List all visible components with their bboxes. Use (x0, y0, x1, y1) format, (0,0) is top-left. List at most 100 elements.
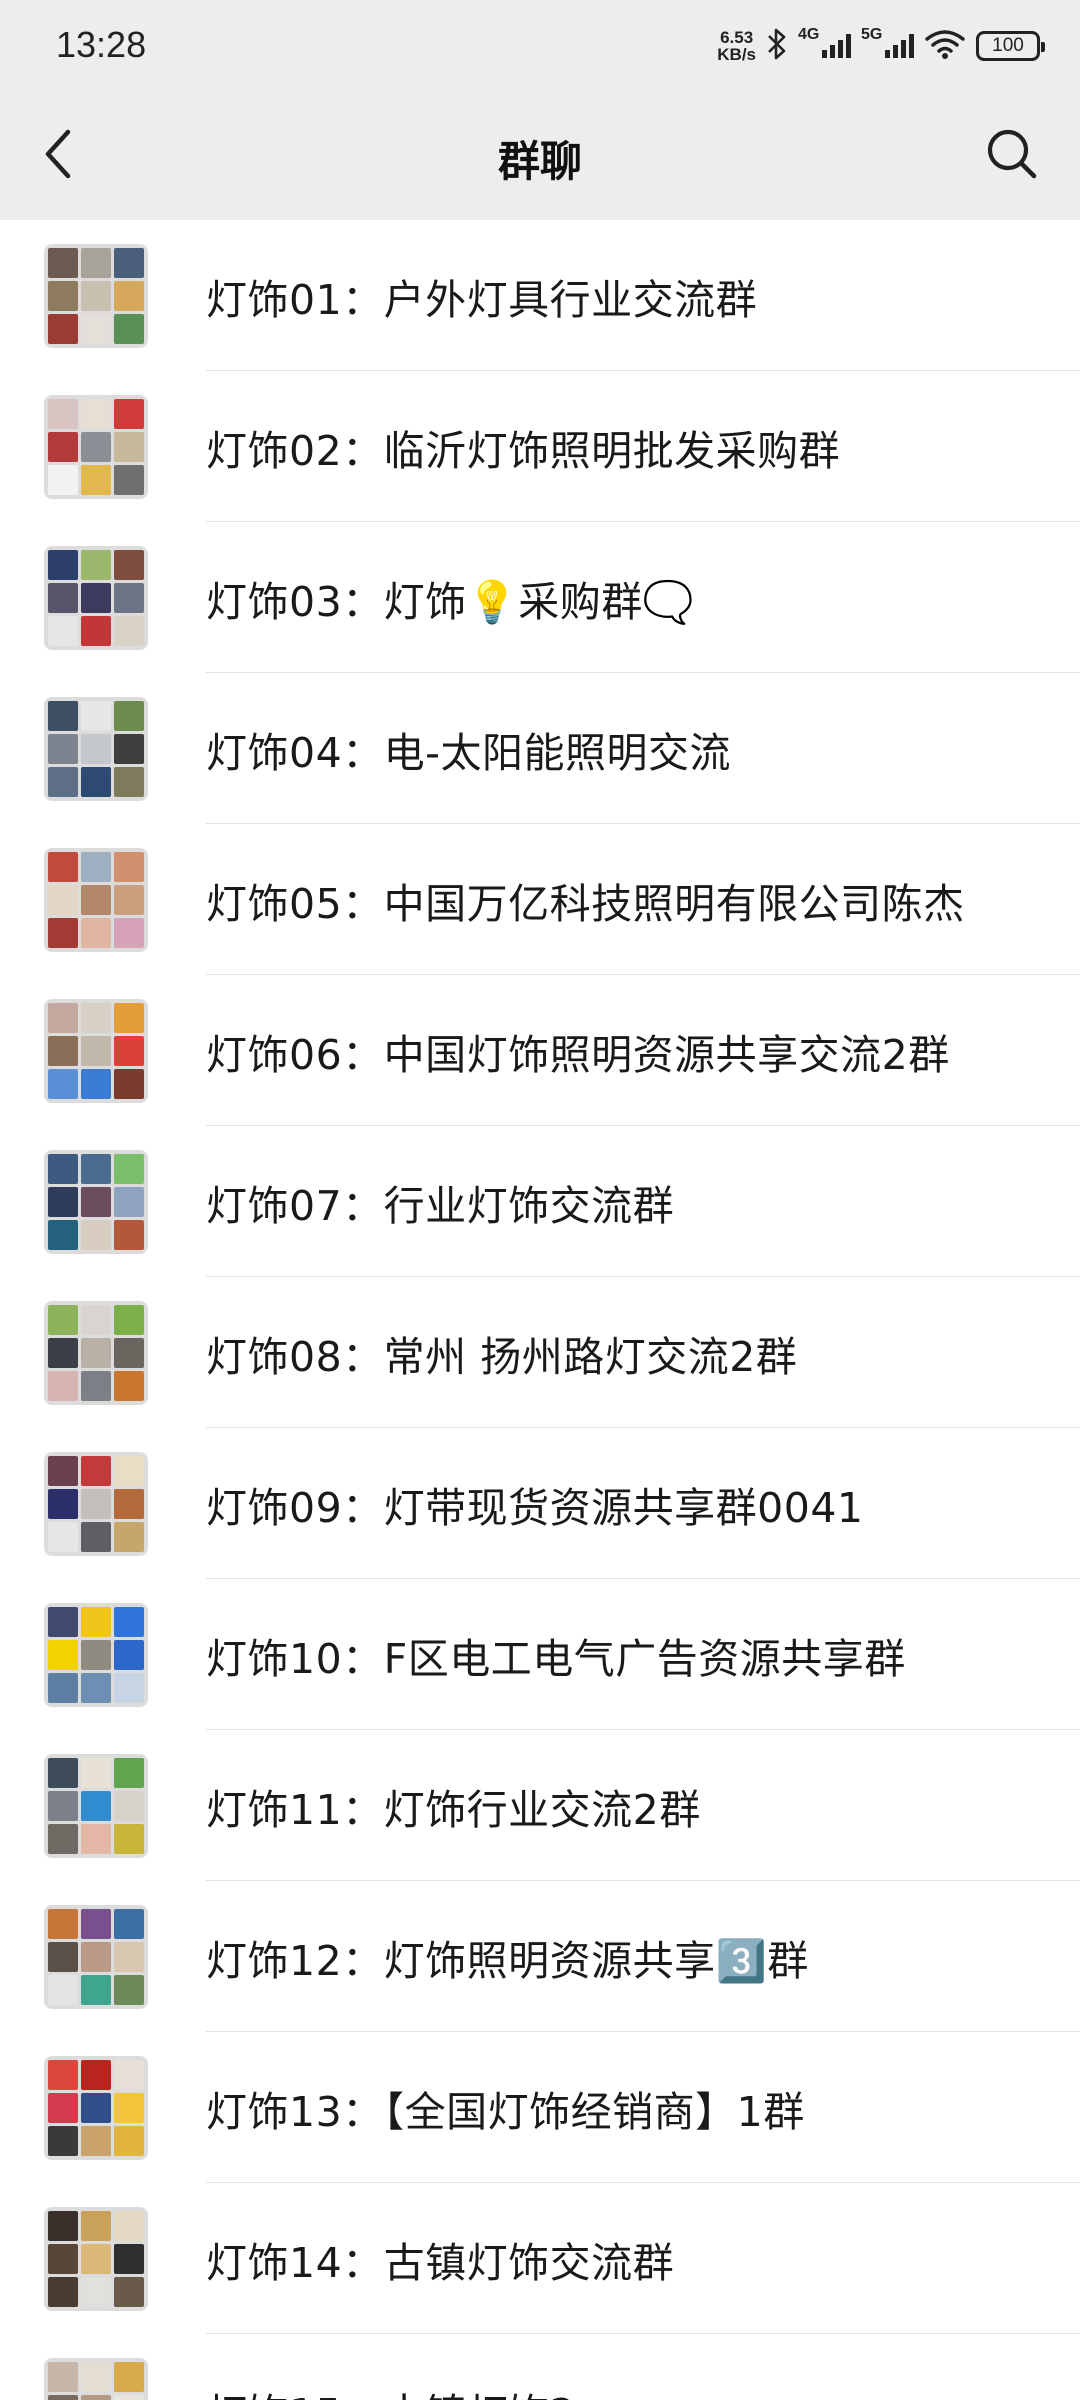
group-name: 灯饰14：古镇灯饰交流群 (206, 2238, 675, 2287)
avatar-tile (114, 1672, 144, 1703)
avatar-tile (114, 733, 144, 764)
avatar-tile (48, 1186, 78, 1217)
avatar-tile (114, 1153, 144, 1184)
avatar-tile (48, 1153, 78, 1184)
avatar-tile (81, 2361, 111, 2392)
avatar-tile (81, 1370, 111, 1401)
avatar-tile (48, 1790, 78, 1821)
avatar-tile (114, 2059, 144, 2090)
group-avatar (44, 1451, 148, 1556)
avatar-tile (48, 2361, 78, 2392)
avatar-tile (81, 2125, 111, 2156)
avatar-tile (81, 733, 111, 764)
group-chat-item[interactable]: 灯饰01：户外灯具行业交流群 (0, 220, 1080, 371)
avatar-tile (48, 1606, 78, 1637)
avatar-tile (48, 1488, 78, 1519)
avatar-tile (48, 700, 78, 731)
avatar-tile (48, 884, 78, 915)
avatar-tile (81, 2276, 111, 2307)
group-chat-item[interactable]: 灯饰11：灯饰行业交流2群 (0, 1730, 1080, 1881)
group-chat-item[interactable]: 灯饰09：灯带现货资源共享群0041 (0, 1428, 1080, 1579)
group-avatar (44, 394, 148, 499)
avatar-tile (48, 1639, 78, 1670)
avatar-tile (114, 1488, 144, 1519)
avatar-tile (114, 884, 144, 915)
group-chat-item[interactable]: 灯饰04：电-太阳能照明交流 (0, 673, 1080, 824)
avatar-tile (114, 1757, 144, 1788)
avatar-tile (114, 398, 144, 429)
avatar-tile (81, 766, 111, 797)
avatar-tile (114, 582, 144, 613)
avatar-tile (114, 2394, 144, 2400)
avatar-tile (81, 2394, 111, 2400)
avatar-tile (81, 917, 111, 948)
avatar-tile (114, 1455, 144, 1486)
group-avatar (44, 2055, 148, 2160)
group-avatar (44, 847, 148, 952)
avatar-tile (48, 733, 78, 764)
avatar-tile (81, 1153, 111, 1184)
network-speed-value: 6.53 (720, 28, 754, 47)
avatar-tile (48, 398, 78, 429)
avatar-tile (81, 851, 111, 882)
avatar-tile (48, 1672, 78, 1703)
avatar-tile (114, 1823, 144, 1854)
avatar-tile (48, 1455, 78, 1486)
group-chat-item[interactable]: 灯饰10：F区电工电气广告资源共享群 (0, 1579, 1080, 1730)
avatar-tile (81, 884, 111, 915)
group-chat-item[interactable]: 灯饰14：古镇灯饰交流群 (0, 2183, 1080, 2334)
group-chat-item[interactable]: 灯饰13：【全国灯饰经销商】1群 (0, 2032, 1080, 2183)
avatar-tile (114, 1068, 144, 1099)
avatar-tile (114, 549, 144, 580)
group-chat-item[interactable]: 灯饰15：古镇灯饰2 (0, 2334, 1080, 2400)
avatar-tile (48, 1337, 78, 1368)
group-name: 灯饰01：户外灯具行业交流群 (206, 275, 758, 324)
avatar-tile (114, 917, 144, 948)
group-chat-item[interactable]: 灯饰07：行业灯饰交流群 (0, 1126, 1080, 1277)
group-chat-item[interactable]: 灯饰06：中国灯饰照明资源共享交流2群 (0, 975, 1080, 1126)
avatar-tile (114, 2276, 144, 2307)
avatar-tile (81, 1219, 111, 1250)
avatar-tile (81, 1002, 111, 1033)
avatar-tile (114, 1002, 144, 1033)
group-chat-item[interactable]: 灯饰08：常州 扬州路灯交流2群 (0, 1277, 1080, 1428)
avatar-tile (114, 1521, 144, 1552)
avatar-tile (48, 464, 78, 495)
avatar-tile (48, 2243, 78, 2274)
group-avatar (44, 1904, 148, 2009)
group-name: 灯饰04：电-太阳能照明交流 (206, 728, 731, 777)
group-name: 灯饰08：常州 扬州路灯交流2群 (206, 1332, 798, 1381)
avatar-tile (81, 1974, 111, 2005)
avatar-tile (81, 1908, 111, 1939)
bluetooth-icon (766, 27, 788, 65)
avatar-tile (81, 582, 111, 613)
avatar-tile (48, 582, 78, 613)
avatar-tile (48, 1941, 78, 1972)
avatar-tile (114, 1370, 144, 1401)
group-avatar (44, 1602, 148, 1707)
avatar-tile (114, 1304, 144, 1335)
avatar-tile (81, 1304, 111, 1335)
group-name: 灯饰05：中国万亿科技照明有限公司陈杰 (206, 879, 965, 928)
avatar-tile (48, 1002, 78, 1033)
avatar-tile (114, 2210, 144, 2241)
search-button[interactable] (980, 122, 1044, 186)
avatar-tile (114, 1941, 144, 1972)
group-chat-item[interactable]: 灯饰02：临沂灯饰照明批发采购群 (0, 371, 1080, 522)
group-chat-item[interactable]: 灯饰12：灯饰照明资源共享3️⃣群 (0, 1881, 1080, 2032)
avatar-tile (114, 2125, 144, 2156)
avatar-tile (48, 917, 78, 948)
avatar-tile (48, 2210, 78, 2241)
avatar-tile (48, 2125, 78, 2156)
avatar-tile (114, 280, 144, 311)
group-chat-item[interactable]: 灯饰03：灯饰💡采购群🗨️ (0, 522, 1080, 673)
avatar-tile (114, 2361, 144, 2392)
avatar-tile (114, 1035, 144, 1066)
avatar-tile (81, 431, 111, 462)
avatar-tile (114, 1186, 144, 1217)
avatar-tile (48, 2276, 78, 2307)
avatar-tile (81, 1672, 111, 1703)
avatar-tile (81, 1035, 111, 1066)
group-chat-item[interactable]: 灯饰05：中国万亿科技照明有限公司陈杰 (0, 824, 1080, 975)
avatar-tile (48, 1035, 78, 1066)
